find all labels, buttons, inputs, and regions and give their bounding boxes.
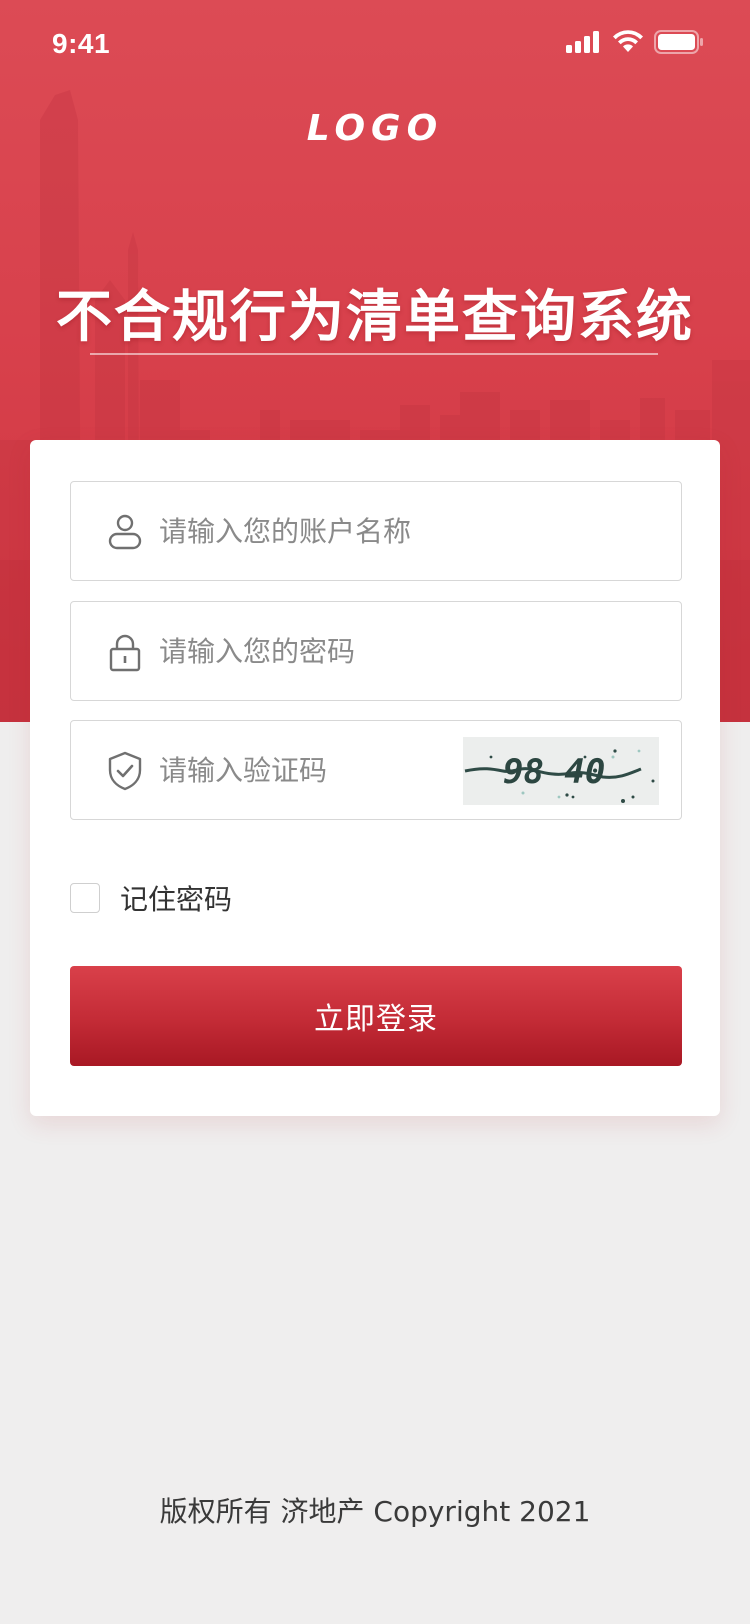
password-input[interactable] (159, 602, 539, 700)
user-icon (108, 514, 142, 550)
captcha-graphic: 98 40 (464, 749, 655, 803)
page-title: 不合规行为清单查询系统 (56, 285, 694, 350)
footer-copyright: 版权所有 济地产 Copyright 2021 (159, 1495, 591, 1528)
logo: LOGO (306, 108, 444, 149)
captcha-field[interactable]: 98 40 (70, 720, 682, 820)
captcha-text: 98 40 (503, 752, 605, 792)
login-card: 98 40 记住密码 立即登录 (30, 440, 720, 1116)
wifi-icon (613, 30, 643, 52)
title-divider (90, 353, 658, 355)
login-button[interactable]: 立即登录 (70, 966, 682, 1066)
shield-check-icon (108, 751, 142, 791)
captcha-input[interactable] (159, 721, 419, 819)
username-field[interactable] (70, 481, 682, 581)
signal-icon (566, 31, 599, 53)
remember-label: 记住密码 (120, 883, 233, 916)
password-field[interactable] (70, 601, 682, 701)
username-input[interactable] (159, 482, 539, 580)
status-icons (566, 30, 704, 54)
lock-icon (109, 634, 141, 672)
status-bar: 9:41 (0, 0, 750, 92)
remember-checkbox[interactable] (70, 883, 100, 913)
remember-password-toggle[interactable]: 记住密码 (70, 878, 232, 918)
battery-icon (654, 30, 703, 54)
captcha-image[interactable]: 98 40 (463, 737, 659, 805)
status-time: 9:41 (52, 28, 111, 59)
